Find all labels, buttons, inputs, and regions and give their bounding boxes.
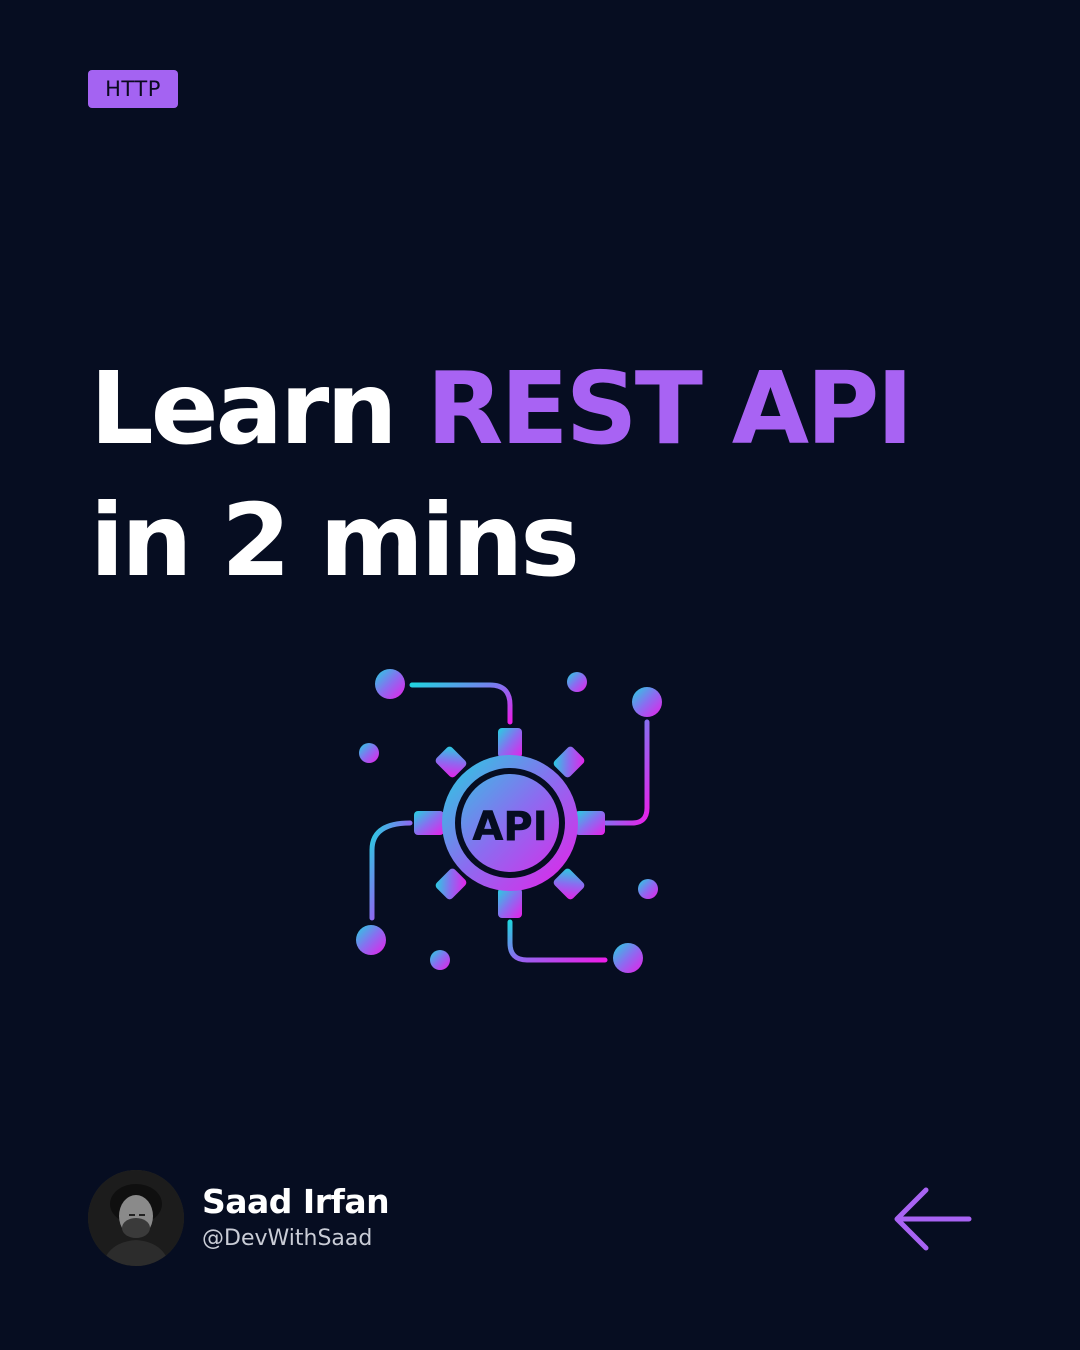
api-label: API xyxy=(472,804,547,850)
headline-accent: REST API xyxy=(426,350,913,467)
headline-line2: in 2 mins xyxy=(90,482,580,599)
author-handle: @DevWithSaad xyxy=(202,1226,373,1251)
author-card: Saad Irfan @DevWithSaad xyxy=(88,1170,390,1266)
avatar xyxy=(88,1170,184,1266)
api-gear-network-icon: API xyxy=(350,660,670,980)
headline: Learn REST API in 2 mins xyxy=(90,343,914,607)
headline-lead: Learn xyxy=(90,350,427,467)
arrow-left-icon[interactable] xyxy=(892,1186,974,1252)
author-name: Saad Irfan xyxy=(202,1182,390,1221)
topic-tag: HTTP xyxy=(88,70,178,108)
